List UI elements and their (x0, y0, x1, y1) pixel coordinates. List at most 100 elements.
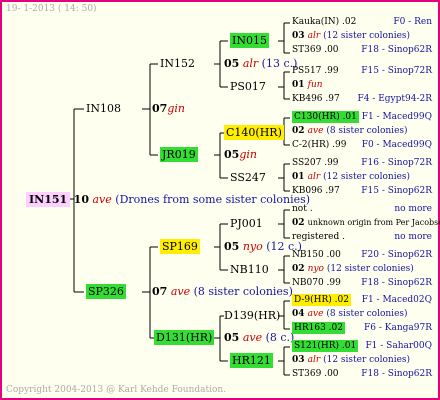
ffm-id[interactable]: PS017 (230, 81, 266, 92)
gen4-sire-line-4: no more (394, 204, 432, 214)
gen4-dam-6-label: HR163 .02 (292, 322, 345, 334)
mm-id: D131(HR) (154, 330, 215, 345)
ff-queen: 05 alr (13 c.) (224, 58, 297, 69)
gen4-queen-name-6: ave (307, 309, 327, 319)
gen4-sire-2-label: C130(HR) .01 (292, 111, 359, 123)
gen4-queen-num-1: 01 (292, 80, 308, 90)
gen4-dam-7[interactable]: ST369 .00 (292, 370, 339, 379)
gen4-queen-note-4: unknown origin from Per Jacobsen (307, 218, 440, 227)
gen4-sire-1[interactable]: PS517 .99 (292, 67, 339, 76)
gen4-dam-5[interactable]: NB070 .99 (292, 279, 341, 288)
mff-id[interactable]: PJ001 (230, 218, 263, 229)
gen4-dam-line-1: F4 - Egypt94-2R (357, 94, 432, 104)
mm-num: 05 (224, 331, 240, 344)
gen4-dam-line-5: F18 - Sinop62R (361, 278, 432, 288)
gen4-queen-note-0: (12 sister colonies) (323, 31, 411, 41)
gen4-sire-7[interactable]: S121(HR) .01 (292, 340, 359, 352)
mother-note: (8 sister colonies) (193, 285, 293, 298)
gen4-queen-1: 01 fun (292, 81, 323, 90)
gen4-dam-6[interactable]: HR163 .02 (292, 322, 345, 334)
gen4-dam-line-3: F15 - Sinop62R (361, 186, 432, 196)
gen4-sire-line-6: F1 - Maced02Q (361, 295, 432, 305)
gen4-dam-line-2: F0 - Maced99Q (361, 140, 432, 150)
mfm-id[interactable]: NB110 (230, 264, 269, 275)
fm-id: JR019 (160, 147, 198, 162)
fff-id: IN015 (230, 33, 269, 48)
gen4-queen-num-0: 03 (292, 31, 308, 41)
gen4-dam-line-7: F18 - Sinop62R (361, 369, 432, 379)
gen4-dam-1[interactable]: KB496 .97 (292, 95, 340, 104)
gen4-queen-name-1: fun (307, 80, 323, 90)
gen4-queen-note-5: (12 sister colonies) (326, 264, 414, 274)
gen4-sire-3[interactable]: SS207 .99 (292, 159, 339, 168)
gen4-sire-6-label: D-9(HR) .02 (292, 294, 351, 306)
ff-name: alr (242, 57, 259, 70)
mf-num: 05 (224, 240, 240, 253)
father-num: 07 (152, 102, 168, 115)
gen4-sire-0[interactable]: Kauka(IN) .02 (292, 18, 356, 27)
gen4-queen-name-3: alr (307, 172, 324, 182)
mm-name: ave (242, 331, 263, 344)
gen4-queen-name-5: nyo (307, 264, 327, 274)
gen4-queen-num-3: 01 (292, 172, 308, 182)
root-id: IN151 (26, 192, 71, 207)
fm-id-wrap[interactable]: JR019 (160, 147, 198, 162)
mf-id-wrap[interactable]: SP169 (160, 239, 200, 254)
gen4-queen-4: 02 unknown origin from Per Jacobsen (292, 219, 440, 228)
root-node[interactable]: IN151 10 ave (Drones from some sister co… (26, 192, 311, 207)
gen4-queen-6: 04 ave (8 sister colonies) (292, 310, 408, 319)
gen4-sire-line-3: F16 - Sinop72R (361, 158, 432, 168)
mmm-id: HR121 (230, 353, 273, 368)
mother-id: SP326 (86, 284, 126, 299)
mm-note: (8 c.) (265, 331, 295, 344)
gen4-sire-2[interactable]: C130(HR) .01 (292, 111, 359, 123)
gen4-queen-num-2: 02 (292, 126, 308, 136)
gen4-dam-0[interactable]: ST369 .00 (292, 46, 339, 55)
fm-num: 05 (224, 148, 240, 161)
mmf-id[interactable]: D139(HR) (224, 310, 280, 321)
father-queen: 07gin (152, 103, 185, 114)
mother-queen: 07 ave (8 sister colonies) (152, 286, 293, 297)
gen4-queen-2: 02 ave (8 sister colonies) (292, 127, 408, 136)
fff-wrap[interactable]: IN015 (230, 33, 269, 48)
fm-name: gin (239, 148, 257, 161)
gen4-queen-num-7: 03 (292, 355, 308, 365)
gen4-sire-5[interactable]: NB150 .00 (292, 251, 341, 260)
mf-id: SP169 (160, 239, 200, 254)
gen4-dam-line-6: F6 - Kanga97R (364, 323, 432, 333)
gen4-queen-5: 02 nyo (12 sister colonies) (292, 265, 414, 274)
mother-id-wrap[interactable]: SP326 (86, 284, 126, 299)
root-num: 10 (73, 193, 89, 206)
father-id[interactable]: IN108 (86, 103, 121, 114)
mother-num: 07 (152, 285, 168, 298)
fmf-wrap[interactable]: C140(HR) (224, 125, 284, 140)
gen4-dam-3[interactable]: KB096 .97 (292, 187, 340, 196)
mmm-wrap[interactable]: HR121 (230, 353, 273, 368)
mother-name: ave (170, 285, 191, 298)
root-note: (Drones from some sister colonies) (115, 193, 311, 206)
gen4-sire-line-2: F1 - Maced99Q (361, 112, 432, 122)
gen4-dam-4[interactable]: registered . (292, 233, 345, 242)
gen4-queen-3: 01 alr (12 sister colonies) (292, 173, 410, 182)
gen4-queen-num-6: 04 (292, 309, 308, 319)
gen4-dam-2[interactable]: C-2(HR) .99 (292, 141, 346, 150)
gen4-sire-6[interactable]: D-9(HR) .02 (292, 294, 351, 306)
gen4-queen-num-5: 02 (292, 264, 308, 274)
root-name: ave (92, 193, 112, 206)
gen4-sire-line-1: F15 - Sinop72R (361, 66, 432, 76)
gen4-queen-note-7: (12 sister colonies) (323, 355, 411, 365)
gen4-queen-name-7: alr (307, 355, 324, 365)
ff-id[interactable]: IN152 (160, 58, 195, 69)
gen4-queen-0: 03 alr (12 sister colonies) (292, 32, 410, 41)
fm-queen: 05gin (224, 149, 257, 160)
gen4-sire-4[interactable]: not . (292, 205, 313, 214)
gen4-queen-note-2: (8 sister colonies) (326, 126, 408, 136)
gen4-queen-name-0: alr (307, 31, 324, 41)
fmm-id[interactable]: SS247 (230, 172, 266, 183)
date-stamp: 19- 1-2013 ( 14: 50) (6, 4, 97, 14)
mm-id-wrap[interactable]: D131(HR) (154, 330, 215, 345)
copyright: Copyright 2004-2013 @ Karl Kehde Foundat… (6, 385, 227, 395)
gen4-sire-line-0: F0 - Ren (393, 17, 432, 27)
gen4-sire-7-label: S121(HR) .01 (292, 340, 359, 352)
gen4-dam-line-0: F18 - Sinop62R (361, 45, 432, 55)
